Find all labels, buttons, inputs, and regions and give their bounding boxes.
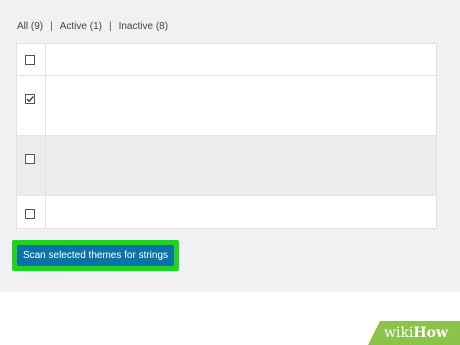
table-row: [17, 44, 436, 76]
checkbox-column: [17, 136, 46, 195]
filter-active-link[interactable]: Active (1): [60, 21, 102, 32]
table-row: [17, 196, 436, 228]
filter-all-link[interactable]: All (9): [17, 21, 43, 32]
filter-separator: |: [50, 21, 53, 32]
theme-status-filters: All (9) | Active (1) | Inactive (8): [17, 21, 168, 32]
themes-table: [16, 43, 437, 229]
checkbox-column: [17, 76, 46, 135]
table-row: [17, 136, 436, 196]
theme-checkbox[interactable]: [25, 55, 35, 65]
watermark-text: wikiHow: [384, 325, 448, 341]
scan-themes-button[interactable]: Scan selected themes for strings: [17, 245, 174, 266]
wikihow-watermark: wikiHow: [368, 321, 460, 345]
checkmark-icon: [26, 95, 34, 103]
filter-inactive-link[interactable]: Inactive (8): [119, 21, 168, 32]
filter-separator: |: [108, 21, 112, 32]
checkbox-column: [17, 196, 46, 228]
theme-checkbox[interactable]: [25, 209, 35, 219]
watermark-prefix: wiki: [384, 325, 414, 341]
table-row: [17, 76, 436, 136]
watermark-suffix: How: [413, 325, 449, 341]
theme-checkbox-checked[interactable]: [25, 94, 35, 104]
theme-checkbox[interactable]: [25, 154, 35, 164]
checkbox-column: [17, 44, 46, 75]
